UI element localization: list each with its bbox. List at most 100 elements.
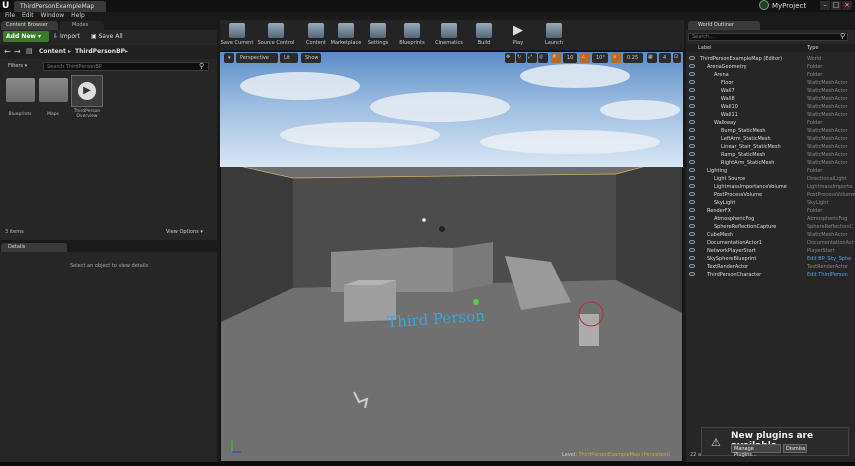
- visibility-eye-icon[interactable]: [689, 232, 695, 236]
- build-button[interactable]: Build: [472, 21, 496, 49]
- edit-blueprint-link[interactable]: Edit BP_Sky_Sphe: [807, 255, 855, 263]
- visibility-eye-icon[interactable]: [689, 152, 695, 156]
- visibility-eye-icon[interactable]: [689, 136, 695, 140]
- outliner-row[interactable]: Walkway Folder: [686, 119, 855, 127]
- minimize-button[interactable]: –: [820, 1, 830, 10]
- outliner-search-input[interactable]: Search...: [688, 33, 848, 41]
- manage-plugins-button[interactable]: Manage Plugins...: [731, 444, 781, 458]
- cinematics-button[interactable]: Cinematics: [432, 21, 466, 49]
- outliner-row[interactable]: Wall8 StaticMeshActor: [686, 95, 855, 103]
- dismiss-button[interactable]: Dismiss: [783, 444, 807, 453]
- breadcrumb-thirdpersonbp[interactable]: ThirdPersonBP: [75, 48, 125, 55]
- grid-snap-value[interactable]: 10: [563, 53, 577, 63]
- outliner-row[interactable]: LightmassImportanceVolume LightmassImport…: [686, 183, 855, 191]
- marketplace-button[interactable]: Marketplace: [330, 21, 362, 49]
- outliner-row[interactable]: RenderFX Folder: [686, 207, 855, 215]
- outliner-row[interactable]: SkySphereBlueprint Edit BP_Sky_Sphe: [686, 255, 855, 263]
- visibility-eye-icon[interactable]: [689, 272, 695, 276]
- outliner-row[interactable]: Linear_Stair_StaticMesh StaticMeshActor: [686, 143, 855, 151]
- lit-button[interactable]: Lit: [280, 53, 298, 63]
- outliner-row[interactable]: ThirdPersonExampleMap (Editor) World: [686, 55, 855, 63]
- save-all-button[interactable]: ▣ Save All: [91, 33, 131, 42]
- folder-icon[interactable]: ▤: [26, 47, 33, 55]
- perspective-button[interactable]: Perspective: [236, 53, 278, 63]
- scale-snap-value[interactable]: 0.25: [623, 53, 643, 63]
- outliner-row[interactable]: SkyLight SkyLight: [686, 199, 855, 207]
- visibility-eye-icon[interactable]: [689, 64, 695, 68]
- breadcrumb-chevron-icon[interactable]: ▸: [125, 48, 128, 55]
- visibility-eye-icon[interactable]: [689, 240, 695, 244]
- outliner-row[interactable]: ThirdPersonCharacter Edit ThirdPerson: [686, 271, 855, 279]
- scale-snap-toggle[interactable]: ⇲: [611, 53, 621, 63]
- blueprints-button[interactable]: Blueprints: [396, 21, 428, 49]
- visibility-eye-icon[interactable]: [689, 248, 695, 252]
- visibility-eye-icon[interactable]: [689, 72, 695, 76]
- visibility-eye-icon[interactable]: [689, 224, 695, 228]
- outliner-row[interactable]: Floor StaticMeshActor: [686, 79, 855, 87]
- outliner-row[interactable]: SphereReflectionCapture SphereReflectionC: [686, 223, 855, 231]
- type-column-header[interactable]: Type: [807, 45, 818, 51]
- tab-document[interactable]: ThirdPersonExampleMap: [14, 1, 106, 12]
- outliner-row[interactable]: Wall10 StaticMeshActor: [686, 103, 855, 111]
- outliner-row[interactable]: PostProcessVolume PostProcessVolume: [686, 191, 855, 199]
- visibility-eye-icon[interactable]: [689, 264, 695, 268]
- visibility-eye-icon[interactable]: [689, 96, 695, 100]
- visibility-eye-icon[interactable]: [689, 168, 695, 172]
- folder-tile-blueprints[interactable]: [6, 78, 35, 102]
- content-search-input[interactable]: Search ThirdPersonBP: [43, 62, 209, 71]
- settings-button[interactable]: Settings: [364, 21, 392, 49]
- import-button[interactable]: ⇩ Import: [53, 33, 89, 42]
- move-tool-icon[interactable]: ✥: [505, 53, 515, 63]
- rotation-snap-value[interactable]: 10°: [592, 53, 608, 63]
- rotate-tool-icon[interactable]: ↻: [516, 53, 526, 63]
- content-button[interactable]: Content: [304, 21, 328, 49]
- outliner-row[interactable]: Bump_StaticMesh StaticMeshActor: [686, 127, 855, 135]
- visibility-eye-icon[interactable]: [689, 160, 695, 164]
- visibility-eye-icon[interactable]: [689, 120, 695, 124]
- world-space-icon[interactable]: ◎: [538, 53, 548, 63]
- filters-button[interactable]: Filters ▾: [8, 63, 27, 69]
- outliner-row[interactable]: RightArm_StaticMesh StaticMeshActor: [686, 159, 855, 167]
- visibility-eye-icon[interactable]: [689, 192, 695, 196]
- view-options-button[interactable]: View Options ▾: [166, 229, 203, 235]
- outliner-row[interactable]: Ramp_StaticMesh StaticMeshActor: [686, 151, 855, 159]
- asset-tile-thirdperson-overview[interactable]: ▶: [71, 75, 103, 107]
- close-button[interactable]: ×: [842, 1, 852, 10]
- visibility-eye-icon[interactable]: [689, 256, 695, 260]
- camera-speed-icon[interactable]: ▦: [647, 53, 657, 63]
- visibility-eye-icon[interactable]: [689, 208, 695, 212]
- visibility-eye-icon[interactable]: [689, 184, 695, 188]
- menu-window[interactable]: Window: [41, 12, 65, 20]
- unreal-logo-icon[interactable]: U: [2, 1, 12, 11]
- save-current-button[interactable]: Save Current: [220, 21, 254, 49]
- outliner-row[interactable]: Light Source DirectionalLight: [686, 175, 855, 183]
- menu-file[interactable]: File: [5, 12, 15, 20]
- play-button[interactable]: ▶ Play: [506, 21, 530, 49]
- rotation-snap-toggle[interactable]: ∠: [580, 53, 590, 63]
- add-new-button[interactable]: Add New ▾: [3, 31, 49, 42]
- visibility-eye-icon[interactable]: [689, 144, 695, 148]
- tab-modes[interactable]: Modes: [60, 21, 104, 30]
- maximize-button[interactable]: □: [831, 1, 841, 10]
- launch-button[interactable]: Launch: [540, 21, 568, 49]
- visibility-eye-icon[interactable]: [689, 200, 695, 204]
- back-arrow-icon[interactable]: ←: [4, 47, 11, 56]
- visibility-eye-icon[interactable]: [689, 104, 695, 108]
- outliner-row[interactable]: Wall7 StaticMeshActor: [686, 87, 855, 95]
- menu-help[interactable]: Help: [71, 12, 85, 20]
- edit-blueprint-link[interactable]: Edit ThirdPerson: [807, 271, 855, 279]
- source-control-button[interactable]: Source Control: [256, 21, 296, 49]
- search-icon[interactable]: ⚲: [840, 32, 845, 40]
- visibility-eye-icon[interactable]: [689, 216, 695, 220]
- menu-edit[interactable]: Edit: [22, 12, 34, 20]
- folder-tile-maps[interactable]: [39, 78, 68, 102]
- maximize-viewport-icon[interactable]: ⊡: [673, 53, 681, 63]
- outliner-row[interactable]: TextRenderActor TextRenderActor: [686, 263, 855, 271]
- outliner-row[interactable]: ArenaGeometry Folder: [686, 63, 855, 71]
- forward-arrow-icon[interactable]: →: [14, 47, 21, 56]
- tab-content-browser[interactable]: Content Browser: [1, 21, 58, 30]
- tab-world-outliner[interactable]: World Outliner: [688, 21, 760, 30]
- camera-speed-value[interactable]: 4: [659, 53, 671, 63]
- visibility-eye-icon[interactable]: [689, 176, 695, 180]
- viewport-menu-icon[interactable]: ▾: [224, 53, 234, 63]
